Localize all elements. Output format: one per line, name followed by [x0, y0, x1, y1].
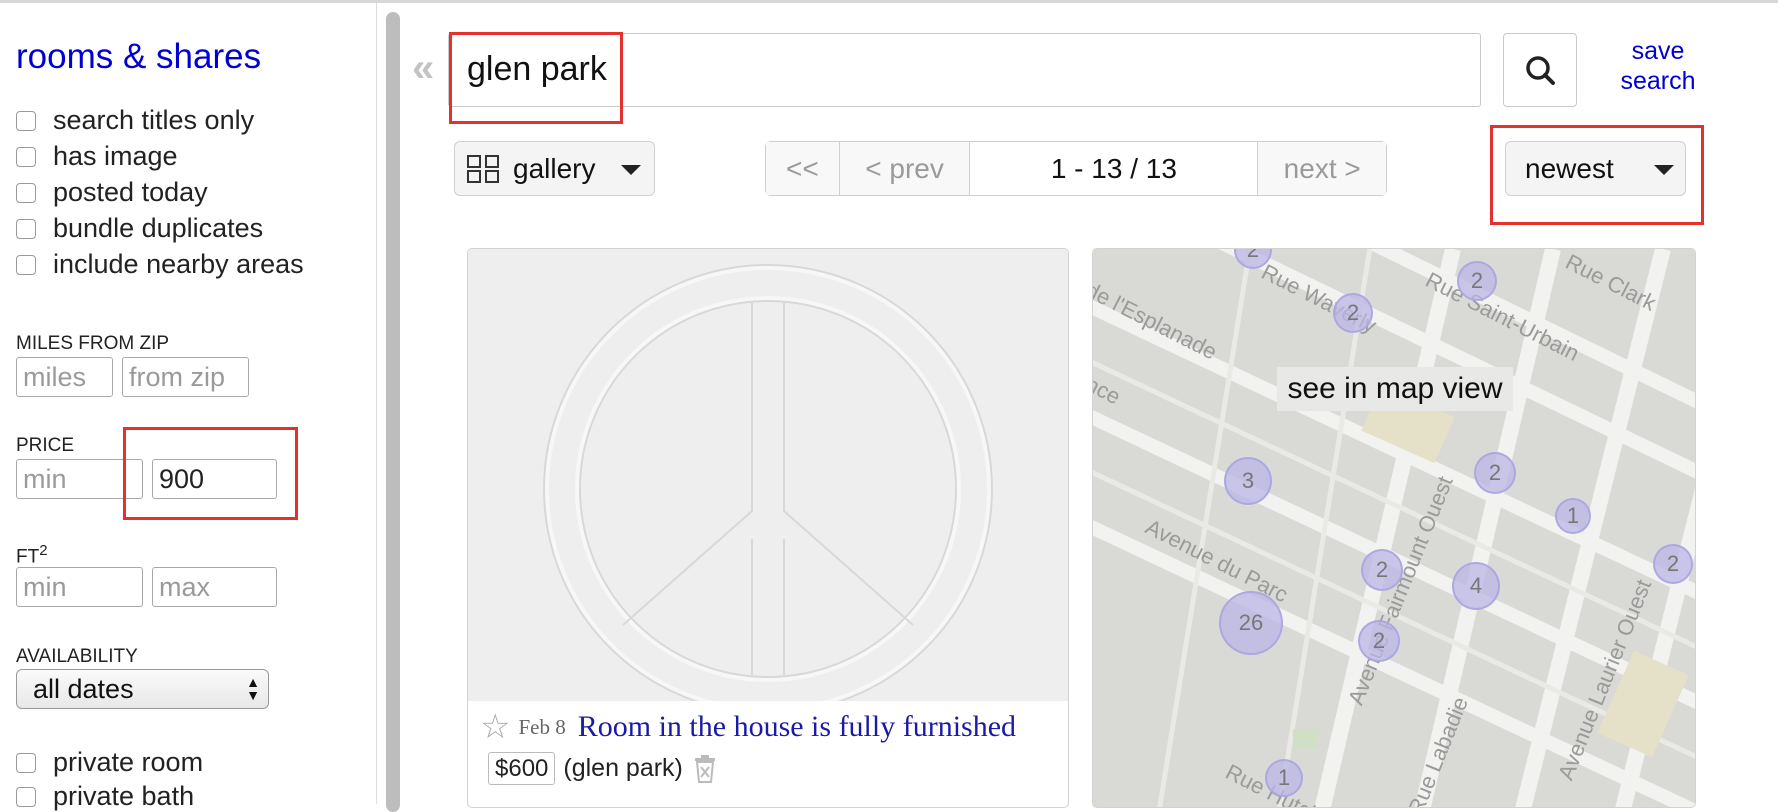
- square-feet-label: FT2: [16, 542, 48, 568]
- has-image-option[interactable]: has image: [16, 141, 178, 172]
- listing-title-link[interactable]: Room in the house is fully furnished: [578, 710, 1016, 744]
- private-bath-option[interactable]: private bath: [16, 781, 194, 812]
- option-label: include nearby areas: [53, 249, 304, 279]
- availability-label: AVAILABILITY: [16, 646, 138, 667]
- view-mode-label: gallery: [513, 153, 596, 184]
- map-cluster-marker[interactable]: 2: [1457, 261, 1497, 301]
- option-label: bundle duplicates: [53, 213, 264, 243]
- category-title-link[interactable]: rooms & shares: [16, 37, 261, 77]
- option-label: has image: [53, 141, 178, 171]
- ft-superscript: 2: [39, 542, 48, 559]
- zip-input[interactable]: from zip: [122, 357, 249, 397]
- chevron-down-icon: [621, 165, 641, 175]
- search-titles-only-checkbox[interactable]: [16, 110, 36, 131]
- sort-highlight: [1490, 125, 1704, 225]
- select-arrows-icon: ▲ ▼: [246, 674, 260, 703]
- map-cluster-marker[interactable]: 1: [1265, 759, 1303, 797]
- search-titles-only-option[interactable]: search titles only: [16, 105, 254, 136]
- hide-trash-icon[interactable]: [691, 754, 719, 784]
- miles-from-zip-label: MILES FROM ZIP: [16, 333, 170, 354]
- map-cluster-marker[interactable]: 1: [1555, 498, 1591, 534]
- sqft-min-input[interactable]: min: [16, 567, 143, 607]
- map-cluster-marker[interactable]: 2: [1653, 544, 1693, 584]
- sidebar-scrollbar-thumb[interactable]: [386, 12, 400, 812]
- favorite-star-icon[interactable]: ☆: [480, 707, 510, 747]
- listing-price-row: $600 (glen park): [488, 752, 719, 785]
- map-cluster-marker[interactable]: 3: [1224, 457, 1272, 505]
- sqft-max-input[interactable]: max: [152, 567, 277, 607]
- search-icon: [1526, 56, 1555, 85]
- listing-price: $600: [488, 752, 556, 785]
- private-room-checkbox[interactable]: [16, 752, 36, 773]
- see-in-map-view-link[interactable]: see in map view: [1277, 367, 1513, 411]
- posted-today-option[interactable]: posted today: [16, 177, 208, 208]
- map-cluster-marker[interactable]: 26: [1219, 591, 1283, 655]
- listing-neighborhood: (glen park): [563, 754, 683, 782]
- has-image-checkbox[interactable]: [16, 146, 36, 167]
- listing-image[interactable]: [468, 249, 1068, 714]
- option-label: search titles only: [53, 105, 255, 135]
- option-label: private bath: [53, 781, 195, 811]
- listing-meta: ☆ Feb 8 Room in the house is fully furni…: [480, 707, 1016, 747]
- save-search-link[interactable]: save search: [1608, 36, 1708, 96]
- map-cluster-marker[interactable]: 2: [1361, 549, 1403, 591]
- map-cluster-marker[interactable]: 4: [1452, 562, 1500, 610]
- gallery-grid-icon: [467, 155, 499, 183]
- map-preview[interactable]: Rue Waverly Rue Saint-Urbain Rue Clark A…: [1093, 249, 1695, 807]
- save-search-line2: search: [1620, 67, 1696, 95]
- ft-text: FT: [16, 546, 40, 568]
- bundle-duplicates-checkbox[interactable]: [16, 218, 36, 239]
- collapse-sidebar-button[interactable]: «: [412, 46, 434, 91]
- include-nearby-areas-option[interactable]: include nearby areas: [16, 249, 304, 280]
- next-page-button[interactable]: next >: [1258, 142, 1386, 195]
- view-mode-dropdown[interactable]: gallery: [454, 141, 655, 196]
- filter-sidebar: rooms & shares search titles only has im…: [0, 3, 376, 811]
- option-label: posted today: [53, 177, 208, 207]
- private-room-option[interactable]: private room: [16, 747, 203, 778]
- availability-value: all dates: [33, 674, 134, 704]
- max-price-highlight: [123, 427, 298, 520]
- include-nearby-areas-checkbox[interactable]: [16, 254, 36, 275]
- pagination: << < prev 1 - 13 / 13 next >: [765, 141, 1387, 196]
- first-page-button[interactable]: <<: [766, 142, 840, 195]
- peace-sign-placeholder-icon: [543, 264, 993, 714]
- posted-today-checkbox[interactable]: [16, 182, 36, 203]
- bundle-duplicates-option[interactable]: bundle duplicates: [16, 213, 263, 244]
- miles-input[interactable]: miles: [16, 357, 113, 397]
- map-cluster-marker[interactable]: 2: [1474, 452, 1516, 494]
- price-label: PRICE: [16, 435, 75, 456]
- search-query-highlight: [449, 32, 623, 124]
- search-button[interactable]: [1503, 33, 1577, 107]
- map-preview-card[interactable]: Rue Waverly Rue Saint-Urbain Rue Clark A…: [1092, 248, 1696, 808]
- option-label: private room: [53, 747, 204, 777]
- map-cluster-marker[interactable]: 2: [1333, 293, 1373, 333]
- result-range: 1 - 13 / 13: [970, 142, 1259, 195]
- availability-select[interactable]: all dates ▲ ▼: [16, 669, 269, 709]
- listing-card[interactable]: ☆ Feb 8 Room in the house is fully furni…: [467, 248, 1069, 808]
- prev-page-button[interactable]: < prev: [839, 142, 971, 195]
- listing-date: Feb 8: [518, 714, 566, 739]
- map-cluster-marker[interactable]: 2: [1358, 620, 1400, 662]
- save-search-line1: save: [1631, 37, 1685, 65]
- sidebar-border: [376, 3, 377, 804]
